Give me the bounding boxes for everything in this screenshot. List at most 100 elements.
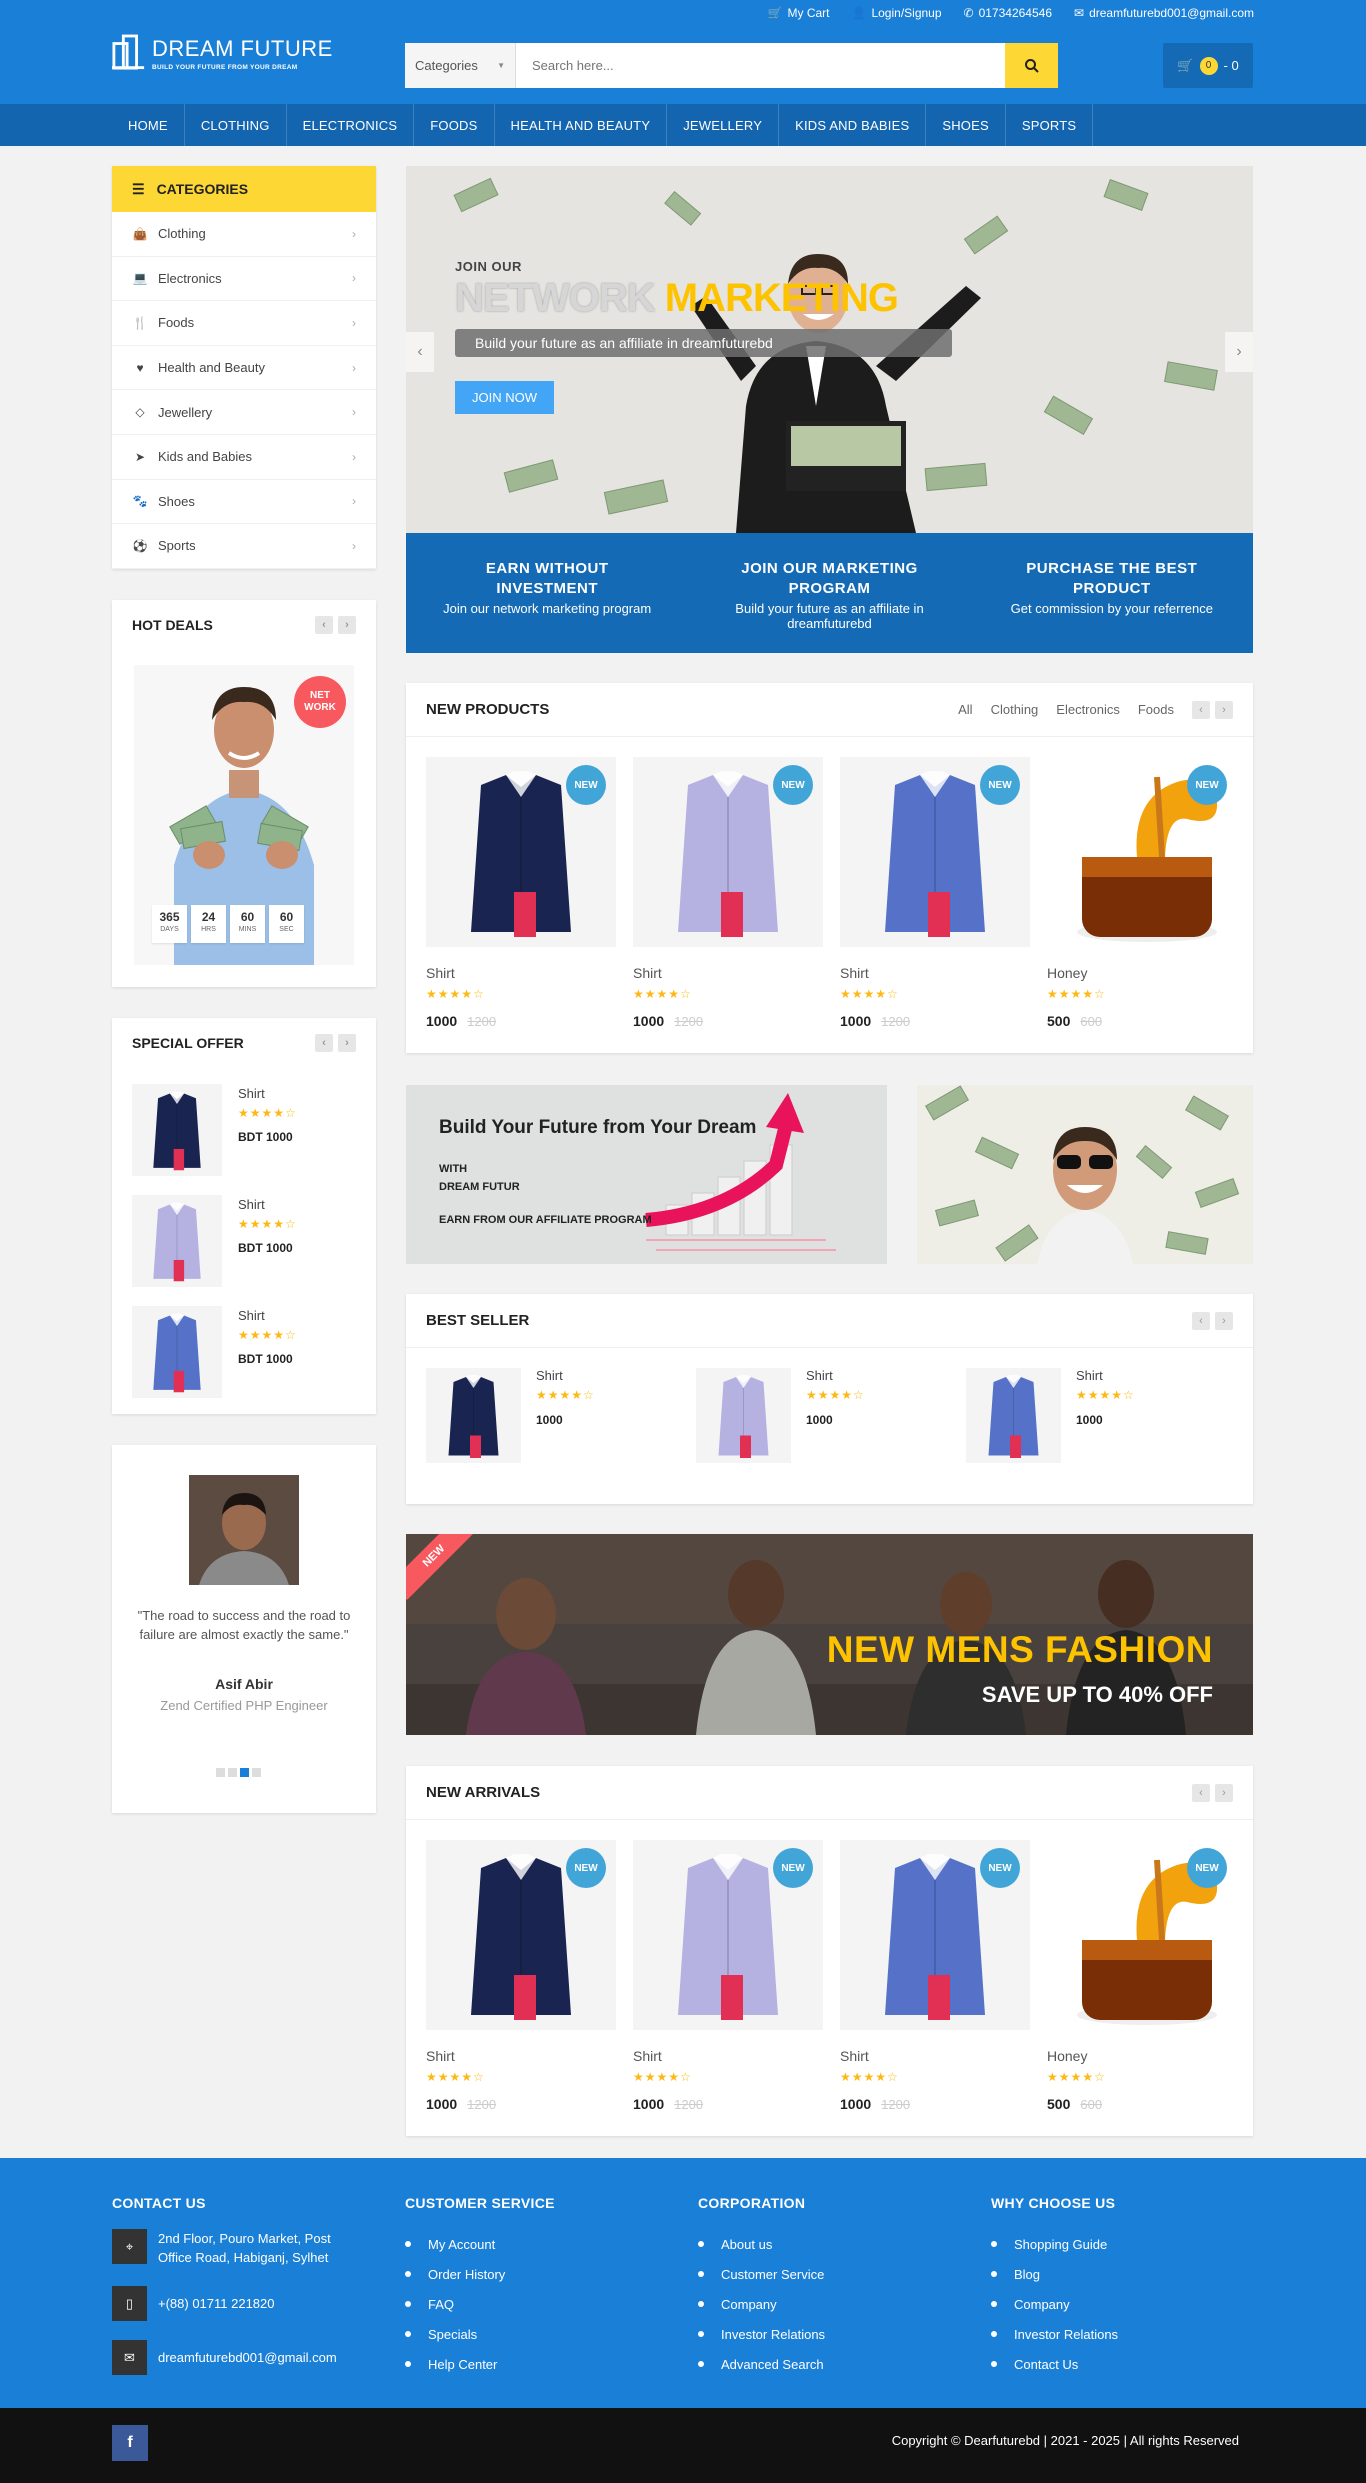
my-cart-link[interactable]: 🛒 My Cart bbox=[768, 6, 830, 20]
footer-link-my-account[interactable]: My Account bbox=[405, 2229, 555, 2259]
prev-arrow-icon[interactable]: ‹ bbox=[1192, 700, 1210, 719]
category-item-health-and-beauty[interactable]: ♥ Health and Beauty › bbox=[112, 346, 376, 391]
footer-link-company[interactable]: Company bbox=[698, 2289, 825, 2319]
slider-prev-arrow-icon[interactable]: ‹ bbox=[406, 332, 434, 372]
cart-icon: 🛒 bbox=[1177, 57, 1194, 73]
phone-link[interactable]: ✆ 01734264546 bbox=[964, 6, 1052, 20]
nav-item-health-and-beauty[interactable]: HEALTH AND BEAUTY bbox=[495, 104, 668, 146]
footer-link-specials[interactable]: Specials bbox=[405, 2319, 555, 2349]
footer-link-investor-relations[interactable]: Investor Relations bbox=[991, 2319, 1118, 2349]
footer-link-shopping-guide[interactable]: Shopping Guide bbox=[991, 2229, 1118, 2259]
product-price: 1000 1200 bbox=[426, 1013, 497, 1029]
rating-stars: ★★★★☆ bbox=[1047, 987, 1106, 1001]
feature-strip: EARN WITHOUT INVESTMENT Join our network … bbox=[406, 533, 1253, 653]
footer-link-order-history[interactable]: Order History bbox=[405, 2259, 555, 2289]
next-arrow-icon[interactable]: › bbox=[338, 616, 356, 634]
tab-foods[interactable]: Foods bbox=[1138, 702, 1174, 717]
nav-item-kids-and-babies[interactable]: KIDS AND BABIES bbox=[779, 104, 927, 146]
tab-all[interactable]: All bbox=[958, 702, 972, 717]
footer-link-blog[interactable]: Blog bbox=[991, 2259, 1118, 2289]
why-choose-us-column: WHY CHOOSE US Shopping Guide Blog Company I… bbox=[991, 2195, 1118, 2379]
nav-item-jewellery[interactable]: JEWELLERY bbox=[667, 104, 780, 146]
new-badge: NEW bbox=[1187, 765, 1227, 805]
footer-link-customer-service[interactable]: Customer Service bbox=[698, 2259, 825, 2289]
next-arrow-icon[interactable]: › bbox=[1215, 1311, 1233, 1330]
footer-link-about-us[interactable]: About us bbox=[698, 2229, 825, 2259]
product-price: 500 600 bbox=[1047, 2096, 1103, 2112]
next-arrow-icon[interactable]: › bbox=[1215, 700, 1233, 719]
money-banner[interactable] bbox=[917, 1085, 1253, 1264]
category-item-jewellery[interactable]: ◇ Jewellery › bbox=[112, 390, 376, 435]
nav-item-clothing[interactable]: CLOTHING bbox=[185, 104, 287, 146]
prev-arrow-icon[interactable]: ‹ bbox=[1192, 1311, 1210, 1330]
next-arrow-icon[interactable]: › bbox=[338, 1034, 356, 1052]
envelope-icon: ✉ bbox=[1074, 6, 1085, 20]
cart-button[interactable]: 🛒 0 - 0 bbox=[1163, 43, 1253, 88]
contact-email[interactable]: ✉ dreamfuturebd001@gmail.com bbox=[112, 2340, 362, 2375]
category-item-kids-and-babies[interactable]: ➤ Kids and Babies › bbox=[112, 435, 376, 480]
footer-link-contact-us[interactable]: Contact Us bbox=[991, 2349, 1118, 2379]
category-item-sports[interactable]: ⚽ Sports › bbox=[112, 524, 376, 569]
slider-dot[interactable] bbox=[228, 1768, 237, 1777]
section-title: BEST SELLER bbox=[426, 1312, 530, 1329]
affiliate-banner[interactable]: Build Your Future from Your Dream WITH DR… bbox=[406, 1085, 887, 1264]
login-link[interactable]: 👤 Login/Signup bbox=[852, 6, 942, 20]
footer-link-investor-relations[interactable]: Investor Relations bbox=[698, 2319, 825, 2349]
next-arrow-icon[interactable]: › bbox=[1215, 1783, 1233, 1802]
footer-link-help-center[interactable]: Help Center bbox=[405, 2349, 555, 2379]
category-item-shoes[interactable]: 🐾 Shoes › bbox=[112, 480, 376, 525]
brand-tagline: BUILD YOUR FUTURE FROM YOUR DREAM bbox=[152, 63, 298, 71]
prev-arrow-icon[interactable]: ‹ bbox=[315, 616, 333, 634]
slider-dot[interactable] bbox=[252, 1768, 261, 1777]
join-now-button[interactable]: JOIN NOW bbox=[455, 381, 554, 414]
best-seller-item[interactable]: Shirt ★★★★☆ 1000 bbox=[966, 1368, 1216, 1463]
product-thumbnail bbox=[132, 1084, 222, 1176]
banner-cta-text: EARN FROM OUR AFFILIATE PROGRAM bbox=[439, 1214, 652, 1226]
nav-item-foods[interactable]: FOODS bbox=[414, 104, 495, 146]
special-offer-item[interactable]: Shirt ★★★★☆ BDT 1000 bbox=[132, 1306, 356, 1398]
slider-next-arrow-icon[interactable]: › bbox=[1225, 332, 1253, 372]
search-button[interactable] bbox=[1005, 43, 1058, 88]
footer-link-faq[interactable]: FAQ bbox=[405, 2289, 555, 2319]
fashion-subtitle: SAVE UP TO 40% OFF bbox=[981, 1682, 1213, 1707]
tab-clothing[interactable]: Clothing bbox=[991, 702, 1039, 717]
special-offer-item[interactable]: Shirt ★★★★☆ BDT 1000 bbox=[132, 1084, 356, 1176]
email-link[interactable]: ✉ dreamfuturebd001@gmail.com bbox=[1074, 6, 1254, 20]
countdown-sec: 60 SEC bbox=[269, 905, 304, 943]
footer-link-advanced-search[interactable]: Advanced Search bbox=[698, 2349, 825, 2379]
prev-arrow-icon[interactable]: ‹ bbox=[1192, 1783, 1210, 1802]
search-input[interactable] bbox=[516, 43, 1005, 88]
old-price: 1200 bbox=[881, 1014, 911, 1029]
category-item-electronics[interactable]: 💻 Electronics › bbox=[112, 257, 376, 302]
new-badge: NEW bbox=[566, 765, 606, 805]
category-item-clothing[interactable]: 👜 Clothing › bbox=[112, 212, 376, 257]
contact-phone[interactable]: ▯ +(88) 01711 221820 bbox=[112, 2286, 362, 2321]
slider-dot-active[interactable] bbox=[240, 1768, 249, 1777]
product-name: Shirt bbox=[426, 965, 455, 981]
tab-electronics[interactable]: Electronics bbox=[1056, 702, 1120, 717]
mens-fashion-banner[interactable]: NEW NEW MENS FASHION SAVE UP TO 40% OFF bbox=[406, 1534, 1253, 1735]
facebook-icon[interactable]: f bbox=[112, 2425, 148, 2461]
categories-panel: ☰ CATEGORIES 👜 Clothing › 💻 Electronics › 🍴 Food… bbox=[112, 166, 376, 569]
nav-item-home[interactable]: HOME bbox=[112, 104, 185, 146]
nav-item-sports[interactable]: SPORTS bbox=[1006, 104, 1094, 146]
testimonial-dots bbox=[216, 1768, 261, 1777]
chevron-right-icon: › bbox=[352, 271, 356, 286]
logo[interactable]: DREAM FUTURE BUILD YOUR FUTURE FROM YOUR… bbox=[112, 30, 333, 76]
best-seller-section: BEST SELLER ‹ › Shirt ★★★★☆ 1000 Shirt ★★★★☆ 1… bbox=[406, 1294, 1253, 1504]
nav-item-shoes[interactable]: SHOES bbox=[926, 104, 1006, 146]
best-seller-item[interactable]: Shirt ★★★★☆ 1000 bbox=[426, 1368, 676, 1463]
envelope-icon: ✉ bbox=[112, 2340, 147, 2375]
category-select[interactable]: Categories ▼ bbox=[405, 43, 516, 88]
special-offer-item[interactable]: Shirt ★★★★☆ BDT 1000 bbox=[132, 1195, 356, 1287]
rating-stars: ★★★★☆ bbox=[536, 1388, 595, 1402]
best-seller-item[interactable]: Shirt ★★★★☆ 1000 bbox=[696, 1368, 946, 1463]
site-footer: CONTACT US ⌖ 2nd Floor, Pouro Market, Pos… bbox=[0, 2158, 1366, 2408]
site-header: 🛒 My Cart 👤 Login/Signup ✆ 01734264546 ✉ dre… bbox=[0, 0, 1366, 104]
footer-link-company[interactable]: Company bbox=[991, 2289, 1118, 2319]
nav-item-electronics[interactable]: ELECTRONICS bbox=[287, 104, 415, 146]
prev-arrow-icon[interactable]: ‹ bbox=[315, 1034, 333, 1052]
category-item-foods[interactable]: 🍴 Foods › bbox=[112, 301, 376, 346]
slider-dot[interactable] bbox=[216, 1768, 225, 1777]
old-price: 1200 bbox=[674, 2097, 704, 2112]
